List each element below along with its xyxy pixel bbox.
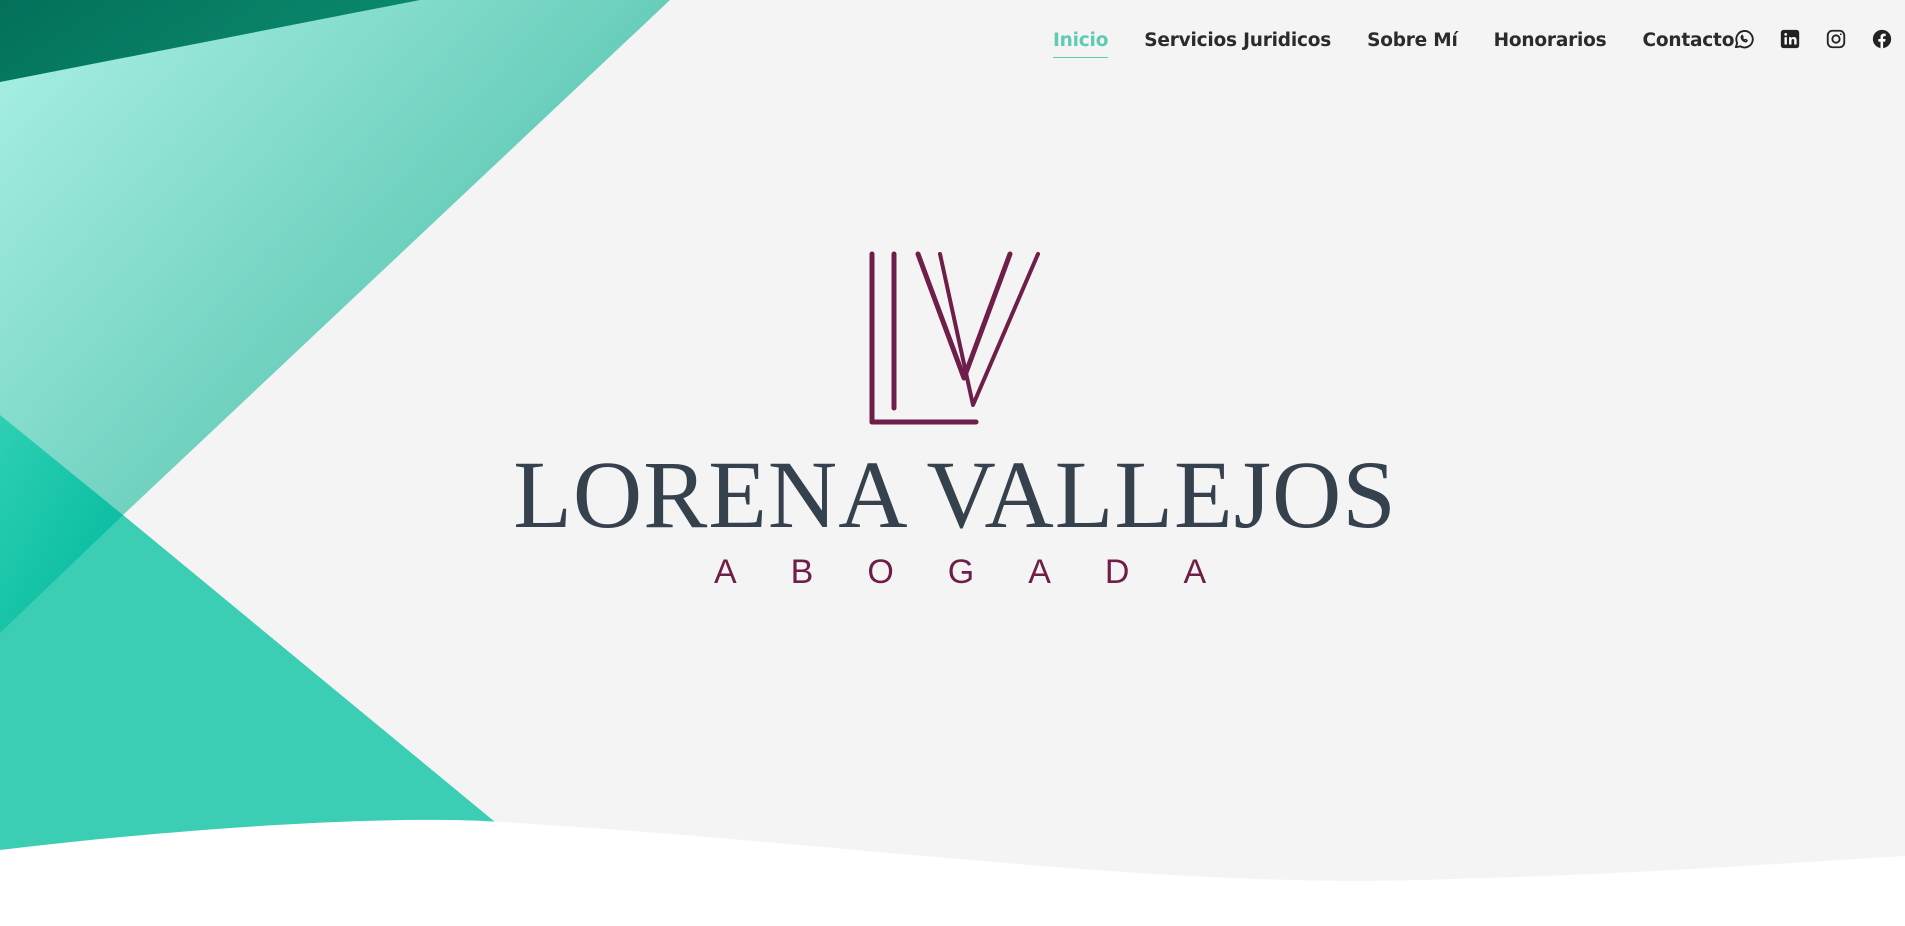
- instagram-icon[interactable]: [1825, 28, 1847, 50]
- main-nav: Inicio Servicios Juridicos Sobre Mí Hono…: [1053, 24, 1770, 58]
- nav-item-inicio[interactable]: Inicio: [1053, 30, 1109, 58]
- lv-monogram-logo: [869, 251, 1040, 425]
- facebook-icon[interactable]: [1871, 28, 1893, 50]
- hero-page: Inicio Servicios Juridicos Sobre Mí Hono…: [0, 0, 1905, 926]
- nav-item-honorarios[interactable]: Honorarios: [1494, 30, 1607, 51]
- brand-tagline: ABOGADA: [714, 553, 1261, 591]
- nav-item-servicios-juridicos[interactable]: Servicios Juridicos: [1144, 30, 1331, 51]
- nav-item-sobre-mi[interactable]: Sobre Mí: [1367, 30, 1458, 51]
- whatsapp-icon[interactable]: [1733, 28, 1755, 50]
- brand-name: LORENA VALLEJOS: [513, 441, 1397, 548]
- nav-item-contacto[interactable]: Contacto: [1643, 30, 1735, 51]
- linkedin-icon[interactable]: [1779, 28, 1801, 50]
- social-links: [1733, 28, 1893, 50]
